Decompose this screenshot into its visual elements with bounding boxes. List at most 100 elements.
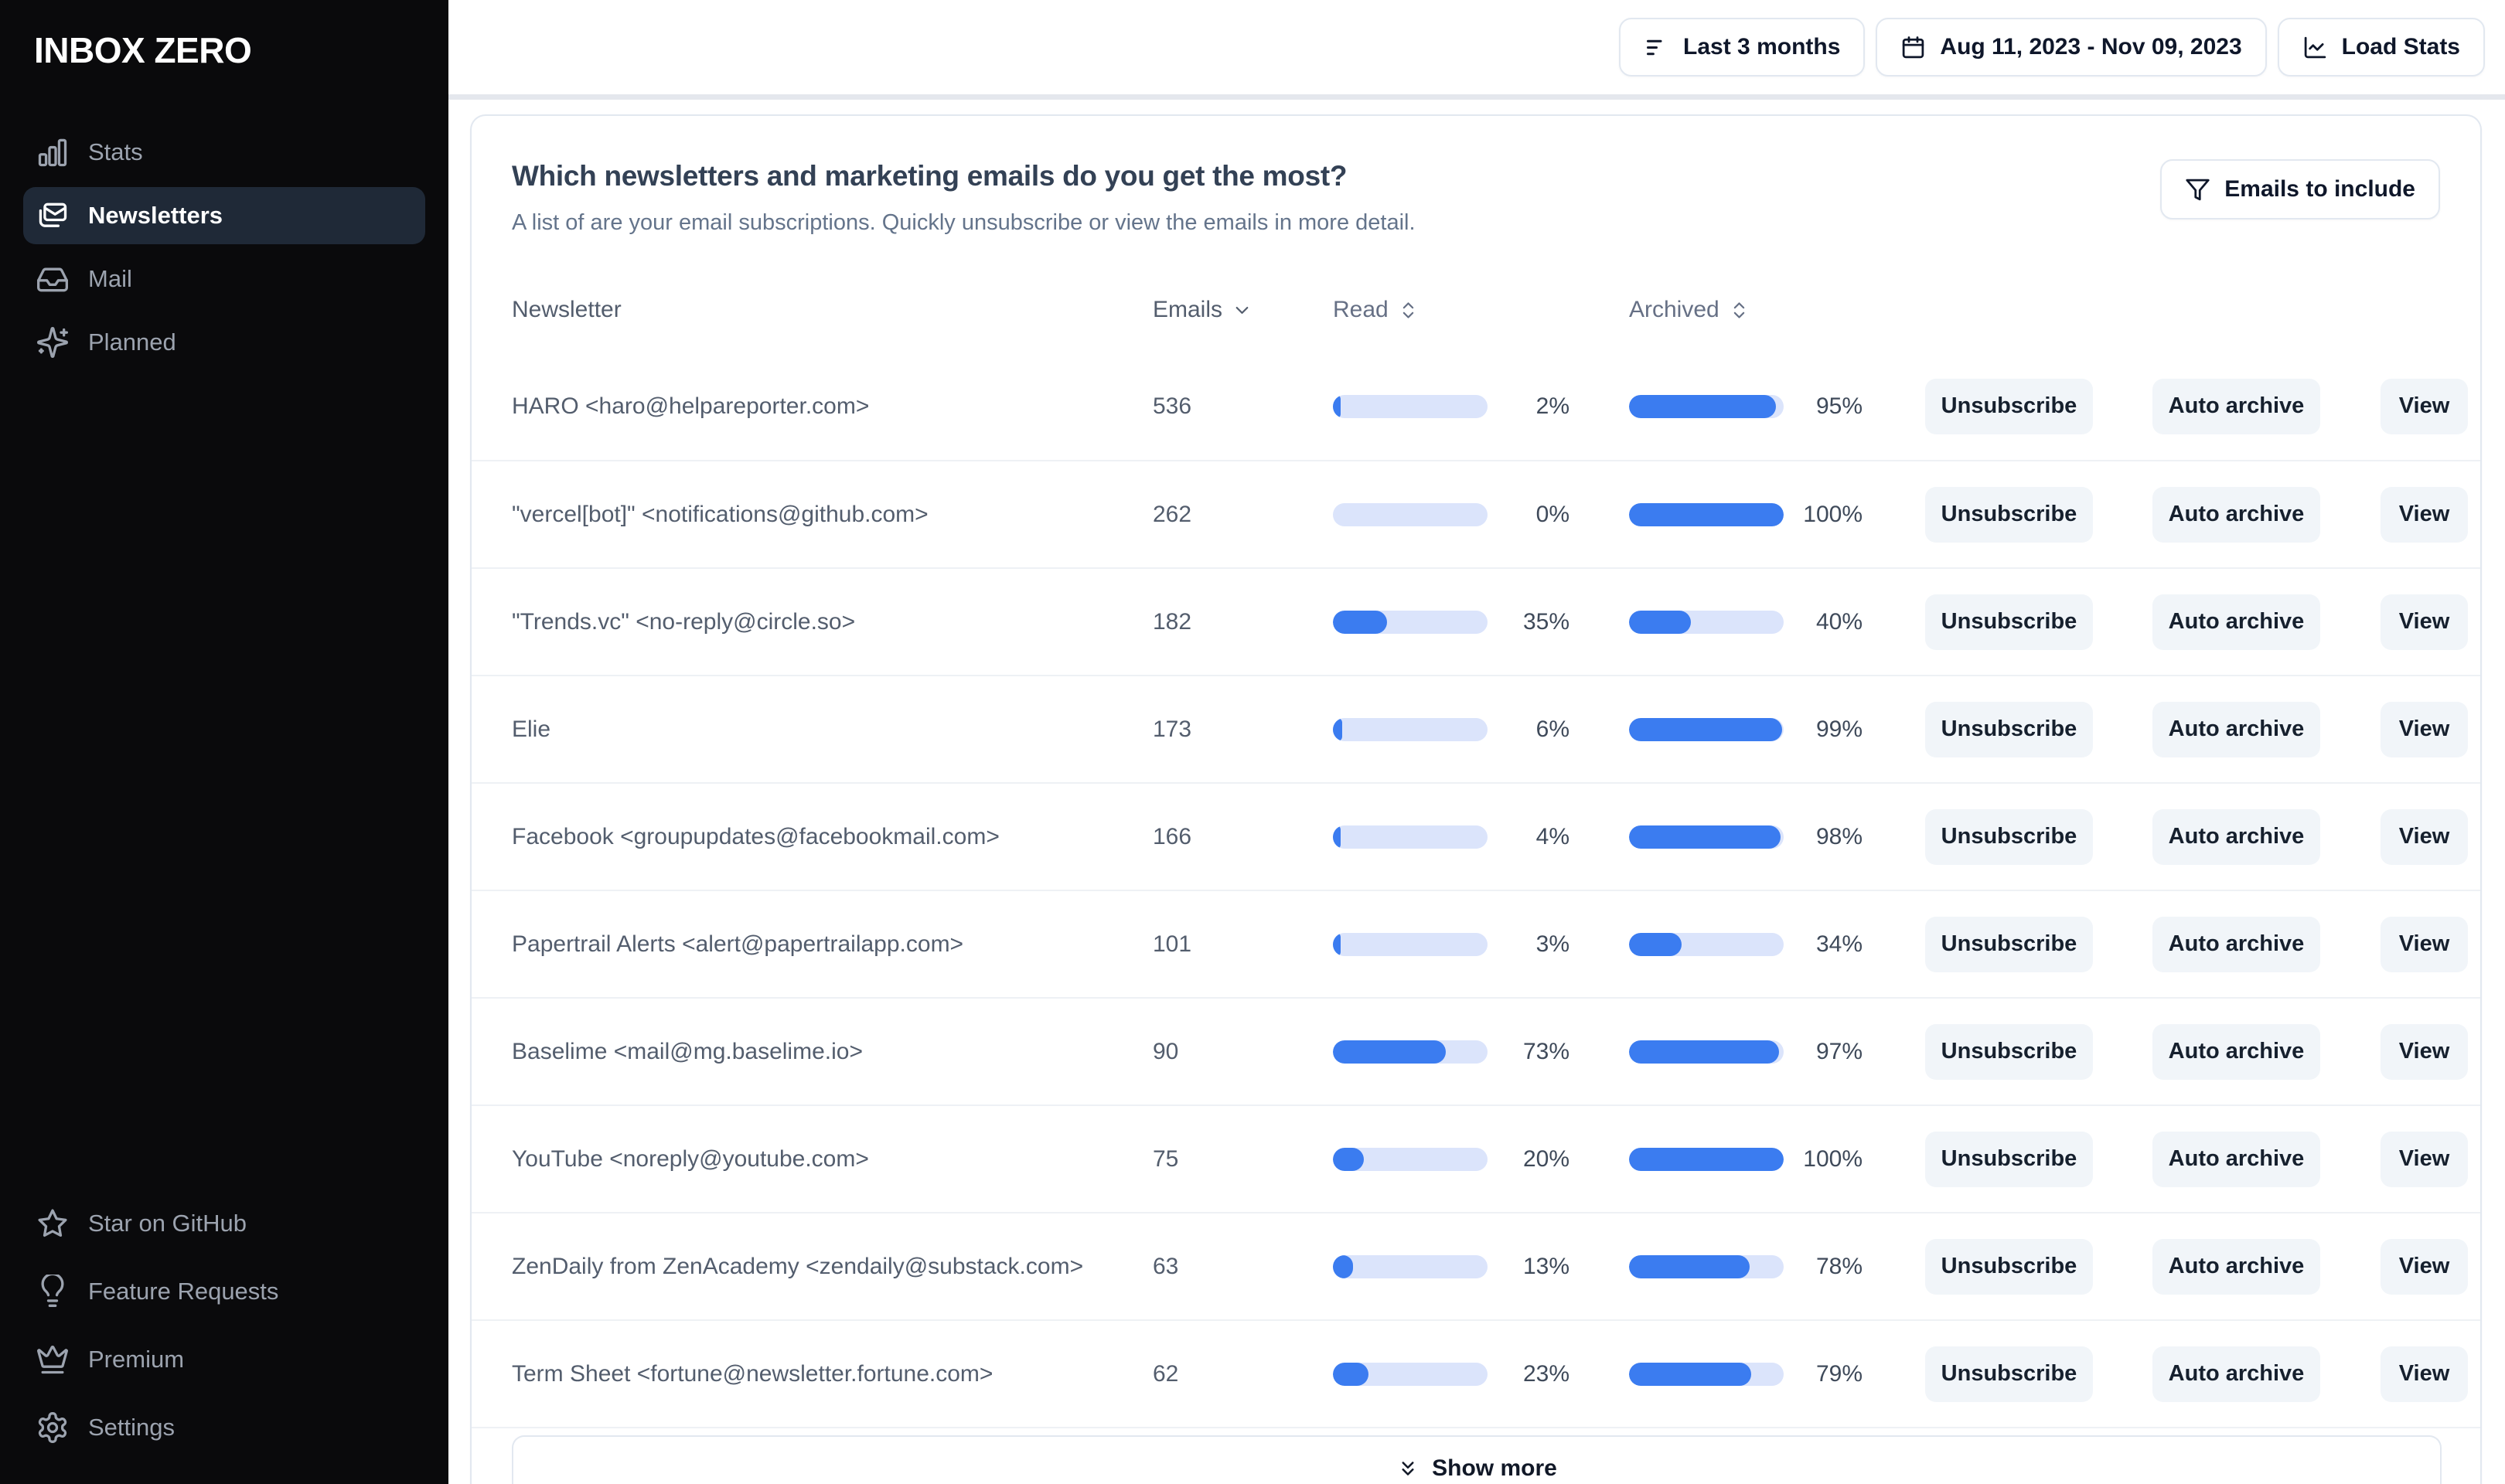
table-row: ZenDaily from ZenAcademy <zendaily@subst… xyxy=(472,1212,2480,1319)
archived-cell: 97% xyxy=(1629,1039,1863,1065)
table-row: "Trends.vc" <no-reply@circle.so> 182 35%… xyxy=(472,567,2480,675)
sidebar-item-stats[interactable]: Stats xyxy=(23,124,425,181)
auto-archive-button[interactable]: Auto archive xyxy=(2152,1238,2320,1295)
archived-bar-fill xyxy=(1629,502,1784,526)
unsubscribe-button[interactable]: Unsubscribe xyxy=(1925,1346,2093,1402)
read-cell: 3% xyxy=(1333,931,1569,958)
page-subtitle: A list of are your email subscriptions. … xyxy=(512,210,1416,235)
unsubscribe-button[interactable]: Unsubscribe xyxy=(1925,1238,2093,1295)
newsletter-name: "Trends.vc" <no-reply@circle.so> xyxy=(512,608,856,635)
sidebar-item-newsletters[interactable]: Newsletters xyxy=(23,187,425,244)
read-bar xyxy=(1333,932,1488,956)
auto-archive-button[interactable]: Auto archive xyxy=(2152,1346,2320,1402)
emails-count: 101 xyxy=(1153,931,1192,957)
sidebar-item-settings[interactable]: Settings xyxy=(23,1399,425,1456)
table-row: Elie 173 6% 99% Unsubscribe Auto archive… xyxy=(472,675,2480,782)
unsubscribe-button[interactable]: Unsubscribe xyxy=(1925,916,2093,972)
archived-cell: 98% xyxy=(1629,824,1863,850)
unsubscribe-button[interactable]: Unsubscribe xyxy=(1925,378,2093,434)
topbar: Last 3 months Aug 11, 2023 - Nov 09, 202… xyxy=(448,0,2505,94)
archived-bar-fill xyxy=(1629,1254,1750,1278)
unsubscribe-button[interactable]: Unsubscribe xyxy=(1925,1023,2093,1080)
view-button[interactable]: View xyxy=(2381,378,2468,434)
archived-percent: 99% xyxy=(1815,716,1863,742)
unsubscribe-button[interactable]: Unsubscribe xyxy=(1925,808,2093,865)
emails-to-include-button[interactable]: Emails to include xyxy=(2160,159,2440,220)
sidebar: INBOX ZERO Stats Newsletters Mail Planne… xyxy=(0,0,448,1484)
view-button[interactable]: View xyxy=(2381,486,2468,543)
emails-count: 173 xyxy=(1153,716,1192,742)
archived-bar xyxy=(1629,394,1784,418)
auto-archive-button[interactable]: Auto archive xyxy=(2152,594,2320,650)
auto-archive-button[interactable]: Auto archive xyxy=(2152,1131,2320,1187)
sidebar-item-star-on-github[interactable]: Star on GitHub xyxy=(23,1195,425,1252)
auto-archive-button[interactable]: Auto archive xyxy=(2152,486,2320,543)
auto-archive-button[interactable]: Auto archive xyxy=(2152,378,2320,434)
read-bar-fill xyxy=(1333,610,1387,634)
table-row: Baselime <mail@mg.baselime.io> 90 73% 97… xyxy=(472,997,2480,1104)
sidebar-item-feature-requests[interactable]: Feature Requests xyxy=(23,1263,425,1320)
load-stats-button[interactable]: Load Stats xyxy=(2277,18,2485,77)
table-row: Term Sheet <fortune@newsletter.fortune.c… xyxy=(472,1319,2480,1427)
table-row: HARO <haro@helpareporter.com> 536 2% 95%… xyxy=(472,352,2480,460)
archived-bar xyxy=(1629,717,1784,741)
view-button[interactable]: View xyxy=(2381,916,2468,972)
unsubscribe-button[interactable]: Unsubscribe xyxy=(1925,594,2093,650)
main-area: Last 3 months Aug 11, 2023 - Nov 09, 202… xyxy=(448,0,2505,1484)
sidebar-item-mail[interactable]: Mail xyxy=(23,250,425,308)
column-emails[interactable]: Emails xyxy=(1153,297,1333,323)
unsubscribe-button[interactable]: Unsubscribe xyxy=(1925,1131,2093,1187)
archived-bar xyxy=(1629,610,1784,634)
auto-archive-button[interactable]: Auto archive xyxy=(2152,701,2320,757)
card-header-text: Which newsletters and marketing emails d… xyxy=(512,159,1416,237)
sidebar-item-premium[interactable]: Premium xyxy=(23,1331,425,1388)
view-button[interactable]: View xyxy=(2381,1131,2468,1187)
archived-bar-fill xyxy=(1629,1362,1751,1386)
read-bar-fill xyxy=(1333,1147,1364,1171)
table-row: Papertrail Alerts <alert@papertrailapp.c… xyxy=(472,890,2480,997)
content-area: Which newsletters and marketing emails d… xyxy=(448,100,2505,1484)
view-button[interactable]: View xyxy=(2381,1346,2468,1402)
view-button[interactable]: View xyxy=(2381,594,2468,650)
archived-bar xyxy=(1629,1362,1784,1386)
archived-percent: 78% xyxy=(1815,1253,1863,1279)
auto-archive-button[interactable]: Auto archive xyxy=(2152,916,2320,972)
view-button[interactable]: View xyxy=(2381,701,2468,757)
archived-bar-fill xyxy=(1629,717,1782,741)
emails-count: 262 xyxy=(1153,501,1192,527)
show-more-label: Show more xyxy=(1432,1455,1557,1481)
read-cell: 6% xyxy=(1333,716,1569,743)
read-cell: 20% xyxy=(1333,1146,1569,1173)
view-button[interactable]: View xyxy=(2381,1023,2468,1080)
sidebar-item-planned[interactable]: Planned xyxy=(23,314,425,371)
sidebar-item-label: Feature Requests xyxy=(88,1278,279,1305)
view-button[interactable]: View xyxy=(2381,808,2468,865)
archived-bar xyxy=(1629,1147,1784,1171)
read-bar xyxy=(1333,825,1488,849)
sidebar-item-label: Planned xyxy=(88,328,176,356)
read-bar-fill xyxy=(1333,1254,1353,1278)
read-bar xyxy=(1333,1254,1488,1278)
date-range-button[interactable]: Aug 11, 2023 - Nov 09, 2023 xyxy=(1876,18,2267,77)
archived-bar-fill xyxy=(1629,825,1781,849)
sidebar-nav: Stats Newsletters Mail Planned xyxy=(0,124,448,371)
column-archived[interactable]: Archived xyxy=(1629,297,1863,323)
line-chart-icon xyxy=(2302,35,2328,60)
read-bar-fill xyxy=(1333,825,1341,849)
view-button[interactable]: View xyxy=(2381,1238,2468,1295)
card-header: Which newsletters and marketing emails d… xyxy=(472,116,2480,237)
auto-archive-button[interactable]: Auto archive xyxy=(2152,1023,2320,1080)
newsletter-name: Elie xyxy=(512,716,551,742)
star-icon xyxy=(36,1207,70,1241)
unsubscribe-button[interactable]: Unsubscribe xyxy=(1925,486,2093,543)
calendar-icon xyxy=(1900,35,1926,60)
date-preset-button[interactable]: Last 3 months xyxy=(1619,18,1866,77)
read-percent: 20% xyxy=(1522,1145,1569,1172)
unsubscribe-button[interactable]: Unsubscribe xyxy=(1925,701,2093,757)
auto-archive-button[interactable]: Auto archive xyxy=(2152,808,2320,865)
archived-bar-fill xyxy=(1629,1147,1784,1171)
table-row: "vercel[bot]" <notifications@github.com>… xyxy=(472,460,2480,567)
show-more-button[interactable]: Show more xyxy=(512,1435,2442,1484)
column-read[interactable]: Read xyxy=(1333,297,1569,323)
archived-bar xyxy=(1629,1254,1784,1278)
